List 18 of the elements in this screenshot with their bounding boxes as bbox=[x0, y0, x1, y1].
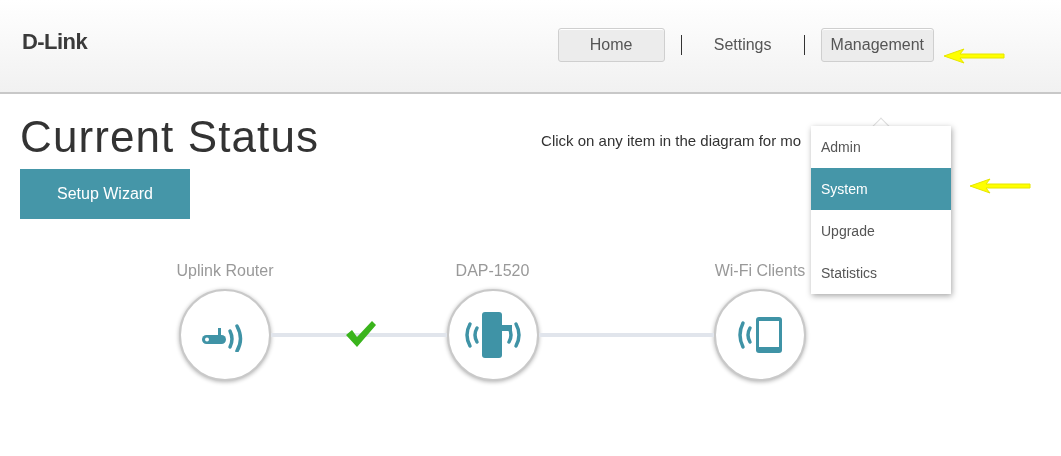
logo: D-Link bbox=[22, 27, 88, 56]
menu-item[interactable]: Admin bbox=[811, 126, 951, 168]
tablet-icon bbox=[735, 315, 785, 355]
arrow-icon bbox=[970, 178, 1032, 194]
hint-text: Click on any item in the diagram for mo bbox=[541, 131, 802, 151]
device-node[interactable] bbox=[446, 289, 539, 381]
device-node[interactable] bbox=[714, 289, 806, 381]
nav-tab[interactable]: Settings bbox=[697, 28, 788, 62]
node-label: DAP-1520 bbox=[455, 261, 530, 281]
menu-item[interactable]: Statistics bbox=[811, 252, 951, 294]
page-title: Current Status bbox=[20, 112, 320, 162]
node-label: Uplink Router bbox=[176, 261, 274, 281]
node-label: Wi-Fi Clients bbox=[714, 261, 806, 281]
nav-tab[interactable]: Home bbox=[557, 28, 665, 62]
device-node[interactable] bbox=[179, 289, 271, 381]
arrow-icon bbox=[944, 48, 1006, 64]
menu-item[interactable]: Upgrade bbox=[811, 210, 951, 252]
nav-tab[interactable]: Management bbox=[820, 28, 934, 62]
